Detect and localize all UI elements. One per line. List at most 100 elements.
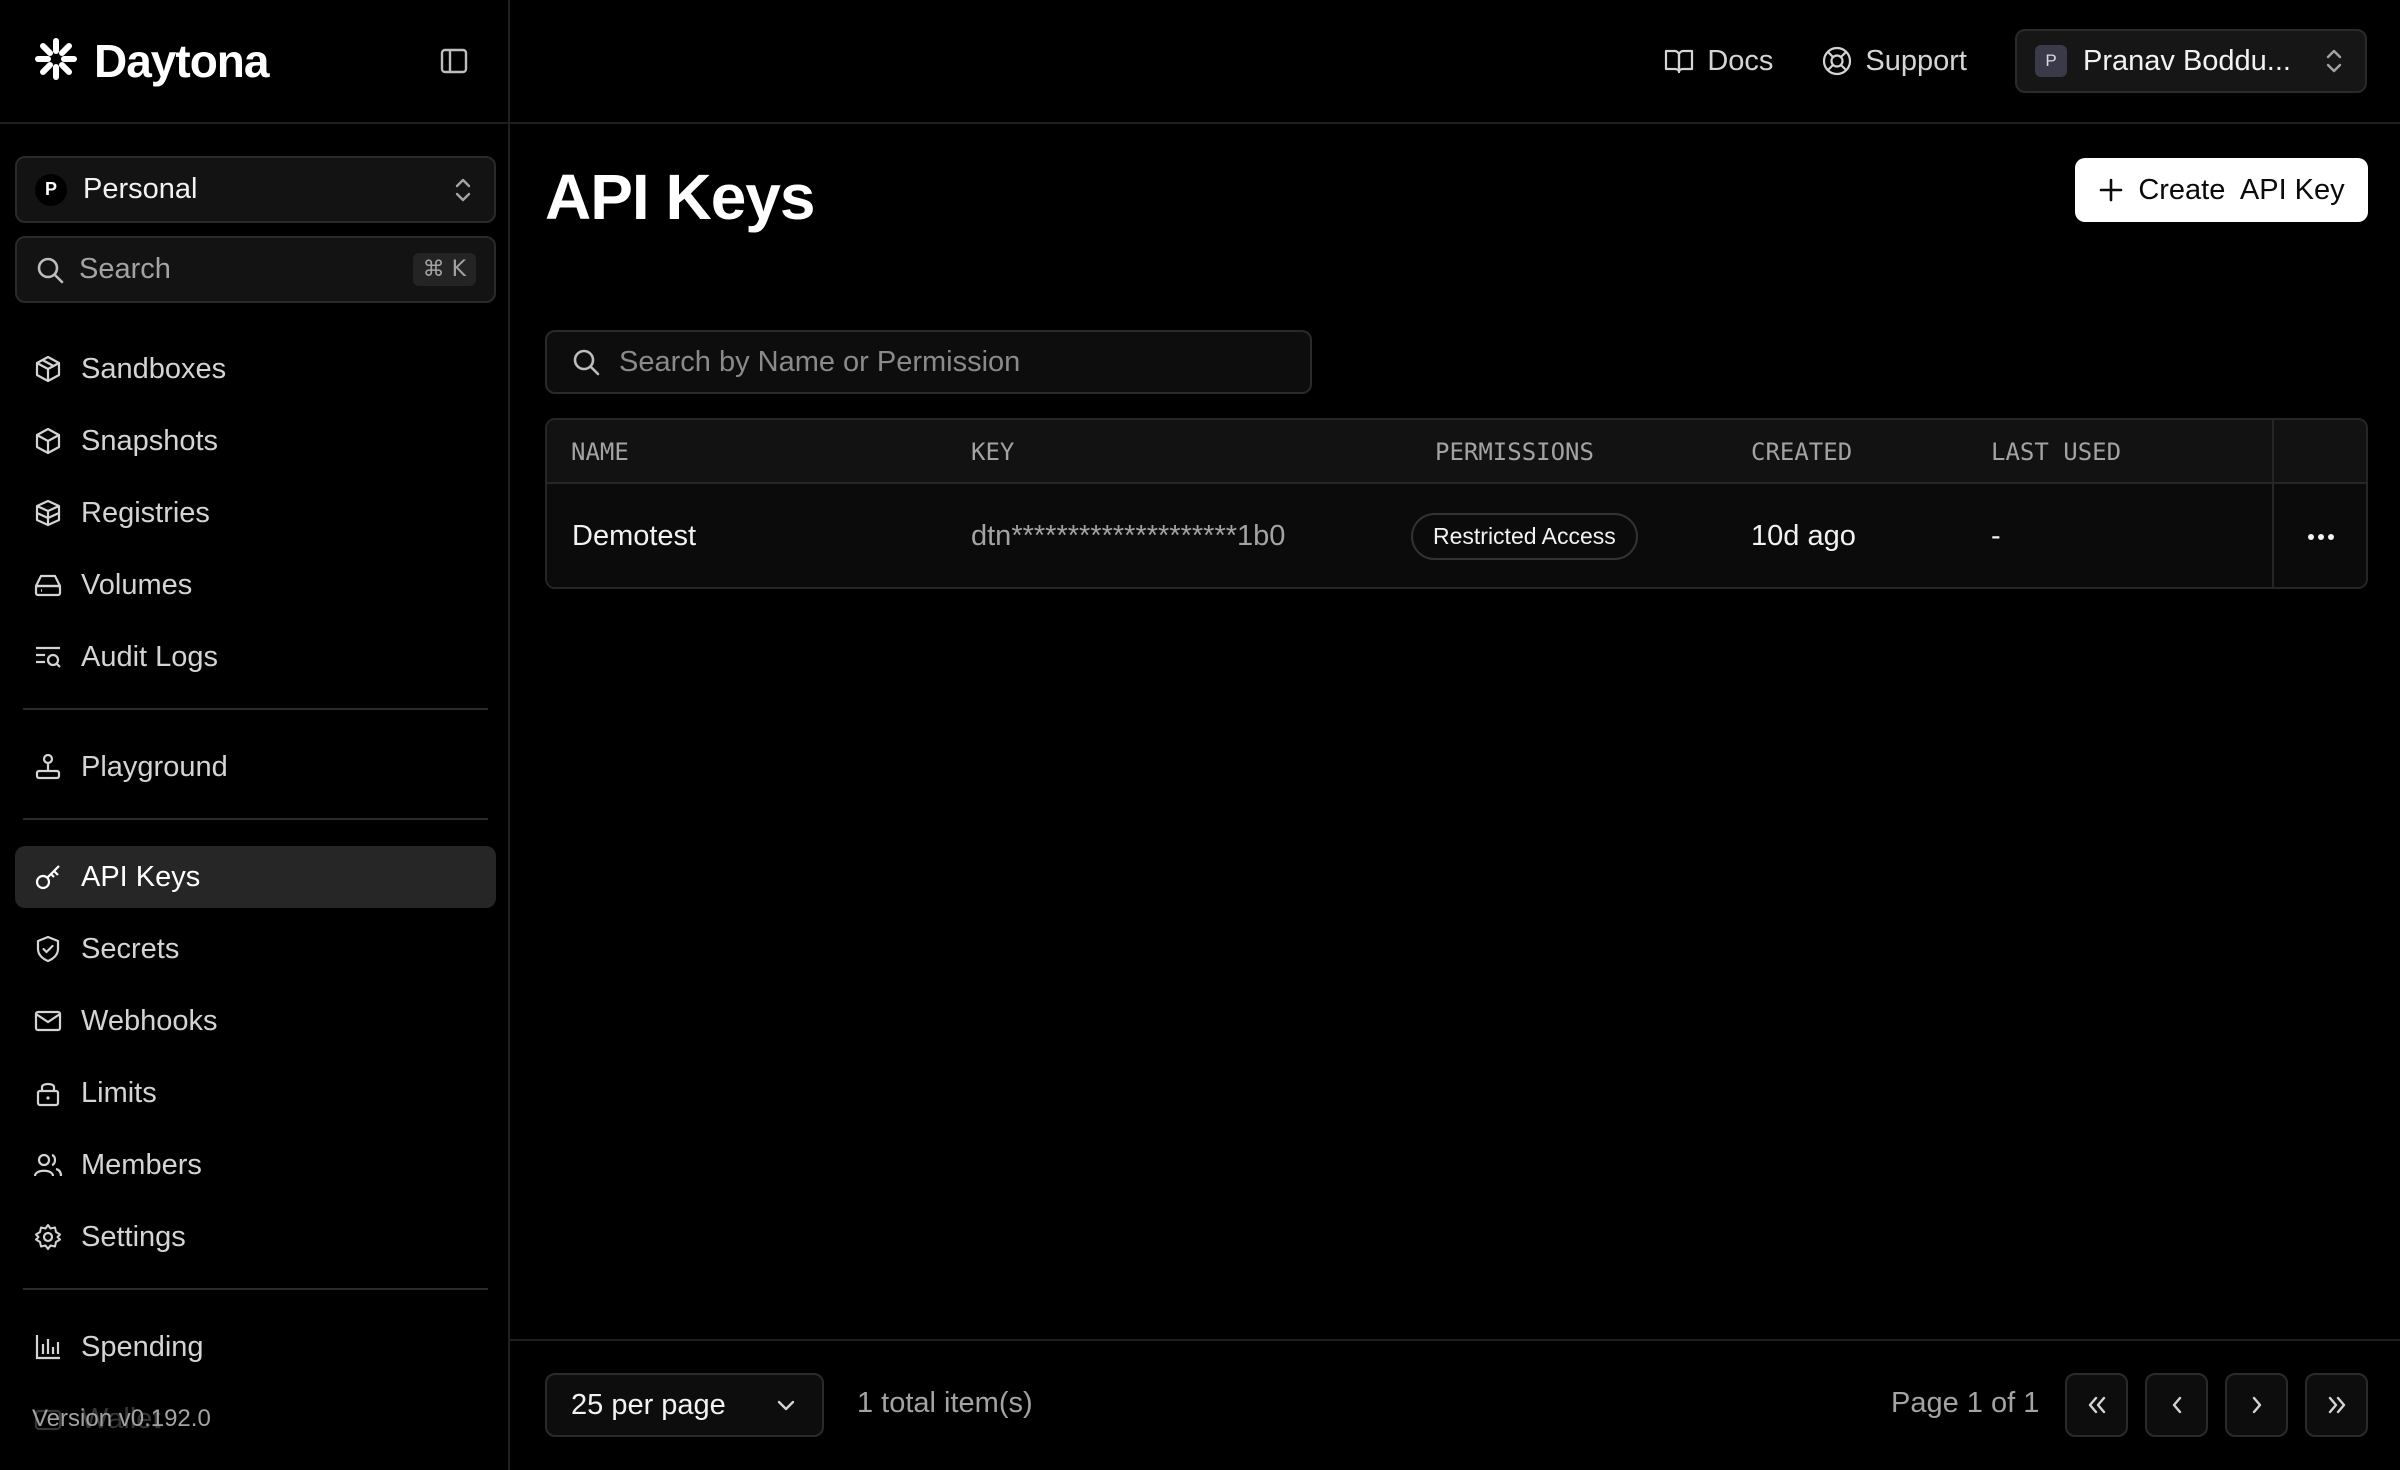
cell-key: dtn********************1b0 xyxy=(971,520,1286,552)
column-header-created: CREATED xyxy=(1751,438,1853,466)
sidebar-item-label: Webhooks xyxy=(81,1004,218,1037)
nav-divider xyxy=(23,1288,488,1290)
gear-icon xyxy=(33,1222,63,1252)
user-menu[interactable]: P Pranav Boddu... xyxy=(2015,29,2367,93)
packages-icon xyxy=(33,498,63,528)
column-header-key: KEY xyxy=(971,438,1015,466)
sidebar-item-spending[interactable]: Spending xyxy=(15,1316,496,1378)
search-placeholder: Search by Name or Permission xyxy=(619,345,1021,378)
chevron-down-icon xyxy=(777,1400,795,1411)
sidebar-item-label: Settings xyxy=(81,1220,186,1253)
sidebar-item-label: Audit Logs xyxy=(81,640,219,673)
api-keys-table: NAME KEY PERMISSIONS CREATED LAST USED D… xyxy=(545,418,2368,589)
support-label: Support xyxy=(1865,44,1967,77)
column-header-name: NAME xyxy=(571,438,629,466)
sidebar-search[interactable]: Search ⌘ K xyxy=(15,236,496,303)
sidebar-search-label: Search xyxy=(79,253,171,285)
table-row[interactable]: Demotest dtn********************1b0 Rest… xyxy=(547,484,2366,587)
brand-name: Daytona xyxy=(94,35,269,87)
plus-icon xyxy=(2100,178,2123,202)
hard-drive-icon xyxy=(33,570,63,600)
table-header: NAME KEY PERMISSIONS CREATED LAST USED xyxy=(547,420,2366,484)
organization-select[interactable]: P Personal xyxy=(15,156,496,223)
sidebar-item-label: Members xyxy=(81,1148,202,1181)
sidebar-item-label: Limits xyxy=(81,1076,157,1109)
api-key-search-input[interactable]: Search by Name or Permission xyxy=(545,330,1312,394)
text-search-icon xyxy=(33,642,63,672)
total-items: 1 total item(s) xyxy=(857,1387,1033,1419)
search-icon xyxy=(573,349,600,376)
sidebar-item-limits[interactable]: Limits xyxy=(15,1062,496,1124)
shortcut-hint: ⌘ K xyxy=(412,253,476,286)
create-api-key-label: Create API Key xyxy=(2138,173,2345,206)
sidebar-header: Daytona xyxy=(0,0,508,124)
sidebar-item-volumes[interactable]: Volumes xyxy=(15,554,496,616)
sidebar-item-webhooks[interactable]: Webhooks xyxy=(15,990,496,1052)
shield-icon xyxy=(33,934,63,964)
org-name: Personal xyxy=(83,173,198,205)
brand[interactable]: Daytona xyxy=(32,34,269,88)
sidebar-item-label: API Keys xyxy=(81,860,201,893)
page-title: API Keys xyxy=(545,161,815,233)
per-page-select[interactable]: 25 per page xyxy=(545,1373,824,1437)
per-page-value: 25 per page xyxy=(571,1388,726,1421)
row-actions-button[interactable] xyxy=(2274,484,2366,587)
cell-last-used: - xyxy=(1991,520,2001,552)
chevron-right-icon xyxy=(2252,1396,2261,1414)
sidebar-item-label: Secrets xyxy=(81,932,180,965)
bar-chart-icon xyxy=(33,1332,63,1362)
package-icon xyxy=(33,426,63,456)
previous-page-button[interactable] xyxy=(2145,1373,2208,1437)
sidebar-item-label: Volumes xyxy=(81,568,193,601)
column-header-permissions: PERMISSIONS xyxy=(1435,438,1594,466)
sidebar-item-label: Spending xyxy=(81,1330,204,1363)
box-icon xyxy=(33,354,63,384)
column-header-last-used: LAST USED xyxy=(1991,438,2122,466)
sidebar-item-settings[interactable]: Settings xyxy=(15,1206,496,1268)
sidebar: Daytona P Personal Search ⌘ K Sandboxes … xyxy=(0,0,510,1470)
sidebar-item-audit-logs[interactable]: Audit Logs xyxy=(15,626,496,688)
sidebar-item-playground[interactable]: Playground xyxy=(15,736,496,798)
sidebar-item-members[interactable]: Members xyxy=(15,1134,496,1196)
sidebar-item-label: Snapshots xyxy=(81,424,219,457)
support-link[interactable]: Support xyxy=(1821,45,1967,78)
sidebar-nav: Sandboxes Snapshots Registries Volumes A… xyxy=(15,338,496,1460)
joystick-icon xyxy=(33,752,63,782)
cell-name: Demotest xyxy=(572,520,697,552)
top-bar: Docs Support P Pranav Boddu... xyxy=(510,0,2400,124)
sidebar-toggle-button[interactable] xyxy=(436,43,472,79)
nav-divider xyxy=(23,818,488,820)
life-buoy-icon xyxy=(1823,46,1852,76)
app-version: Version v0.192.0 xyxy=(32,1405,211,1432)
panel-left-icon xyxy=(440,48,468,74)
org-avatar: P xyxy=(35,173,67,206)
footer-divider xyxy=(510,1339,2400,1341)
more-horizontal-icon xyxy=(2308,533,2334,540)
users-icon xyxy=(33,1150,63,1180)
daytona-logo-icon xyxy=(32,35,80,88)
cell-permissions: Restricted Access xyxy=(1411,484,1638,587)
first-page-button[interactable] xyxy=(2065,1373,2128,1437)
key-icon xyxy=(33,862,63,892)
mail-icon xyxy=(33,1006,63,1036)
chevron-left-icon xyxy=(2172,1396,2181,1414)
chevrons-right-icon xyxy=(2328,1396,2345,1414)
user-avatar: P xyxy=(2035,45,2067,77)
docs-link[interactable]: Docs xyxy=(1663,45,1773,78)
sidebar-item-sandboxes[interactable]: Sandboxes xyxy=(15,338,496,400)
next-page-button[interactable] xyxy=(2225,1373,2288,1437)
sidebar-item-api-keys[interactable]: API Keys xyxy=(15,846,496,908)
sidebar-item-label: Sandboxes xyxy=(81,352,227,385)
chevrons-up-down-icon xyxy=(455,178,471,201)
sidebar-item-label: Registries xyxy=(81,496,210,529)
sidebar-item-snapshots[interactable]: Snapshots xyxy=(15,410,496,472)
sidebar-item-registries[interactable]: Registries xyxy=(15,482,496,544)
create-api-key-button[interactable]: Create API Key xyxy=(2075,158,2368,222)
sidebar-item-secrets[interactable]: Secrets xyxy=(15,918,496,980)
book-open-icon xyxy=(1665,49,1694,74)
lock-icon xyxy=(33,1078,63,1108)
last-page-button[interactable] xyxy=(2305,1373,2368,1437)
chevrons-up-down-icon xyxy=(2326,49,2342,73)
sidebar-item-label: Playground xyxy=(81,750,228,783)
search-icon xyxy=(37,257,64,283)
